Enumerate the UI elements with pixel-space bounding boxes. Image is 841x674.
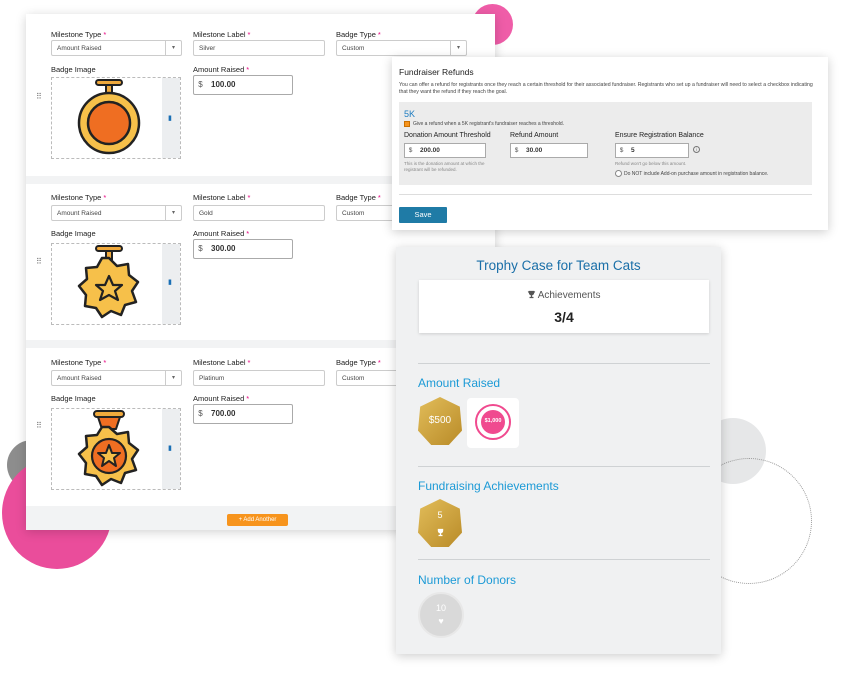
milestone-label-input[interactable]: Silver bbox=[193, 40, 325, 56]
refund-checkbox-label: Give a refund when a 5K registrant's fun… bbox=[413, 121, 565, 127]
donation-threshold-label: Donation Amount Threshold bbox=[404, 132, 491, 139]
refunds-divider bbox=[399, 194, 812, 195]
badge-10-locked[interactable]: 10 ♥ bbox=[418, 592, 464, 638]
section-title-amount-raised: Amount Raised bbox=[418, 376, 501, 390]
donation-threshold-help: This is the donation amount at which the… bbox=[404, 161, 485, 172]
chevron-down-icon: ▾ bbox=[165, 371, 181, 385]
drag-handle-icon[interactable]: ⠿ bbox=[36, 421, 42, 430]
info-icon[interactable]: i bbox=[693, 146, 700, 153]
milestone-label-label: Milestone Label * bbox=[193, 30, 251, 39]
trash-icon[interactable]: ▮ bbox=[168, 278, 172, 286]
donation-threshold-input[interactable]: $200.00 bbox=[404, 143, 486, 158]
balance-input[interactable]: $5 bbox=[615, 143, 689, 158]
amount-raised-input[interactable]: $700.00 bbox=[193, 404, 293, 424]
refunds-description: You can offer a refund for registrants o… bbox=[399, 82, 813, 95]
badge-image-dropzone[interactable] bbox=[51, 408, 181, 490]
badge-type-select[interactable]: Custom▾ bbox=[336, 40, 467, 56]
heart-icon: ♥ bbox=[438, 616, 444, 626]
balance-label: Ensure Registration Balance bbox=[615, 132, 704, 139]
ribbon-star-medal-icon bbox=[77, 410, 140, 487]
badge-1000[interactable]: $1,000 bbox=[467, 398, 519, 448]
fundraiser-refunds-panel: Fundraiser Refunds You can offer a refun… bbox=[392, 57, 828, 230]
amount-raised-input[interactable]: $300.00 bbox=[193, 239, 293, 259]
refund-checkbox[interactable] bbox=[404, 121, 410, 127]
milestone-label-input[interactable]: Platinum bbox=[193, 370, 325, 386]
trophy-icon bbox=[527, 290, 536, 299]
amount-raised-input[interactable]: $100.00 bbox=[193, 75, 293, 95]
badge-image-dropzone[interactable] bbox=[51, 77, 181, 159]
achievements-count: 3/4 bbox=[554, 309, 574, 325]
section-divider bbox=[418, 559, 710, 560]
badge-type-label: Badge Type * bbox=[336, 358, 381, 367]
milestone-type-label: Milestone Type * bbox=[51, 358, 107, 367]
milestone-label-label: Milestone Label * bbox=[193, 358, 251, 367]
medal-ring-icon bbox=[77, 79, 141, 155]
badge-5[interactable]: 5 bbox=[418, 499, 462, 547]
amount-raised-label: Amount Raised * bbox=[193, 394, 250, 403]
chevron-down-icon: ▾ bbox=[165, 41, 181, 55]
refund-amount-label: Refund Amount bbox=[510, 132, 559, 139]
event-name: 5K bbox=[404, 109, 416, 119]
milestone-type-label: Milestone Type * bbox=[51, 193, 107, 202]
milestone-type-label: Milestone Type * bbox=[51, 30, 107, 39]
refund-settings-box: 5K Give a refund when a 5K registrant's … bbox=[399, 102, 812, 185]
badge-image-label: Badge Image bbox=[51, 65, 96, 74]
trophy-case-panel: Trophy Case for Team Cats Achievements 3… bbox=[396, 247, 721, 654]
chevron-down-icon: ▾ bbox=[165, 206, 181, 220]
achievements-label: Achievements bbox=[537, 290, 601, 301]
trash-icon[interactable]: ▮ bbox=[168, 444, 172, 452]
badge-type-label: Badge Type * bbox=[336, 30, 381, 39]
refund-amount-input[interactable]: $30.00 bbox=[510, 143, 588, 158]
gear-star-medal-icon bbox=[77, 245, 140, 319]
amount-raised-label: Amount Raised * bbox=[193, 229, 250, 238]
badge-image-label: Badge Image bbox=[51, 229, 96, 238]
milestone-type-select[interactable]: Amount Raised ▾ bbox=[51, 205, 182, 221]
balance-help: Refund won't go below this amount. bbox=[615, 161, 687, 166]
badge-image-label: Badge Image bbox=[51, 394, 96, 403]
add-another-button[interactable]: + Add Another bbox=[227, 514, 288, 526]
trophy-case-title: Trophy Case for Team Cats bbox=[476, 258, 641, 273]
drag-handle-icon[interactable]: ⠿ bbox=[36, 92, 42, 101]
amount-raised-label: Amount Raised * bbox=[193, 65, 250, 74]
addon-option-label: Do NOT include Add-on purchase amount in… bbox=[624, 171, 769, 177]
chevron-down-icon: ▾ bbox=[450, 41, 466, 55]
milestone-type-select[interactable]: Amount Raised ▾ bbox=[51, 40, 182, 56]
milestone-type-select[interactable]: Amount Raised ▾ bbox=[51, 370, 182, 386]
refunds-title: Fundraiser Refunds bbox=[399, 67, 474, 77]
save-button[interactable]: Save bbox=[399, 207, 447, 223]
badge-type-label: Badge Type * bbox=[336, 193, 381, 202]
addon-radio[interactable] bbox=[615, 170, 622, 177]
section-divider bbox=[418, 466, 710, 467]
trophy-icon bbox=[436, 524, 445, 542]
milestone-label-label: Milestone Label * bbox=[193, 193, 251, 202]
drag-handle-icon[interactable]: ⠿ bbox=[36, 257, 42, 266]
trash-icon[interactable]: ▮ bbox=[168, 114, 172, 122]
achievements-box: Achievements 3/4 bbox=[419, 280, 709, 333]
section-divider bbox=[418, 363, 710, 364]
badge-500[interactable]: $500 bbox=[418, 397, 462, 445]
badge-image-dropzone[interactable] bbox=[51, 243, 181, 325]
section-title-fundraising-achievements: Fundraising Achievements bbox=[418, 479, 559, 493]
section-title-number-of-donors: Number of Donors bbox=[418, 573, 517, 587]
milestone-label-input[interactable]: Gold bbox=[193, 205, 325, 221]
